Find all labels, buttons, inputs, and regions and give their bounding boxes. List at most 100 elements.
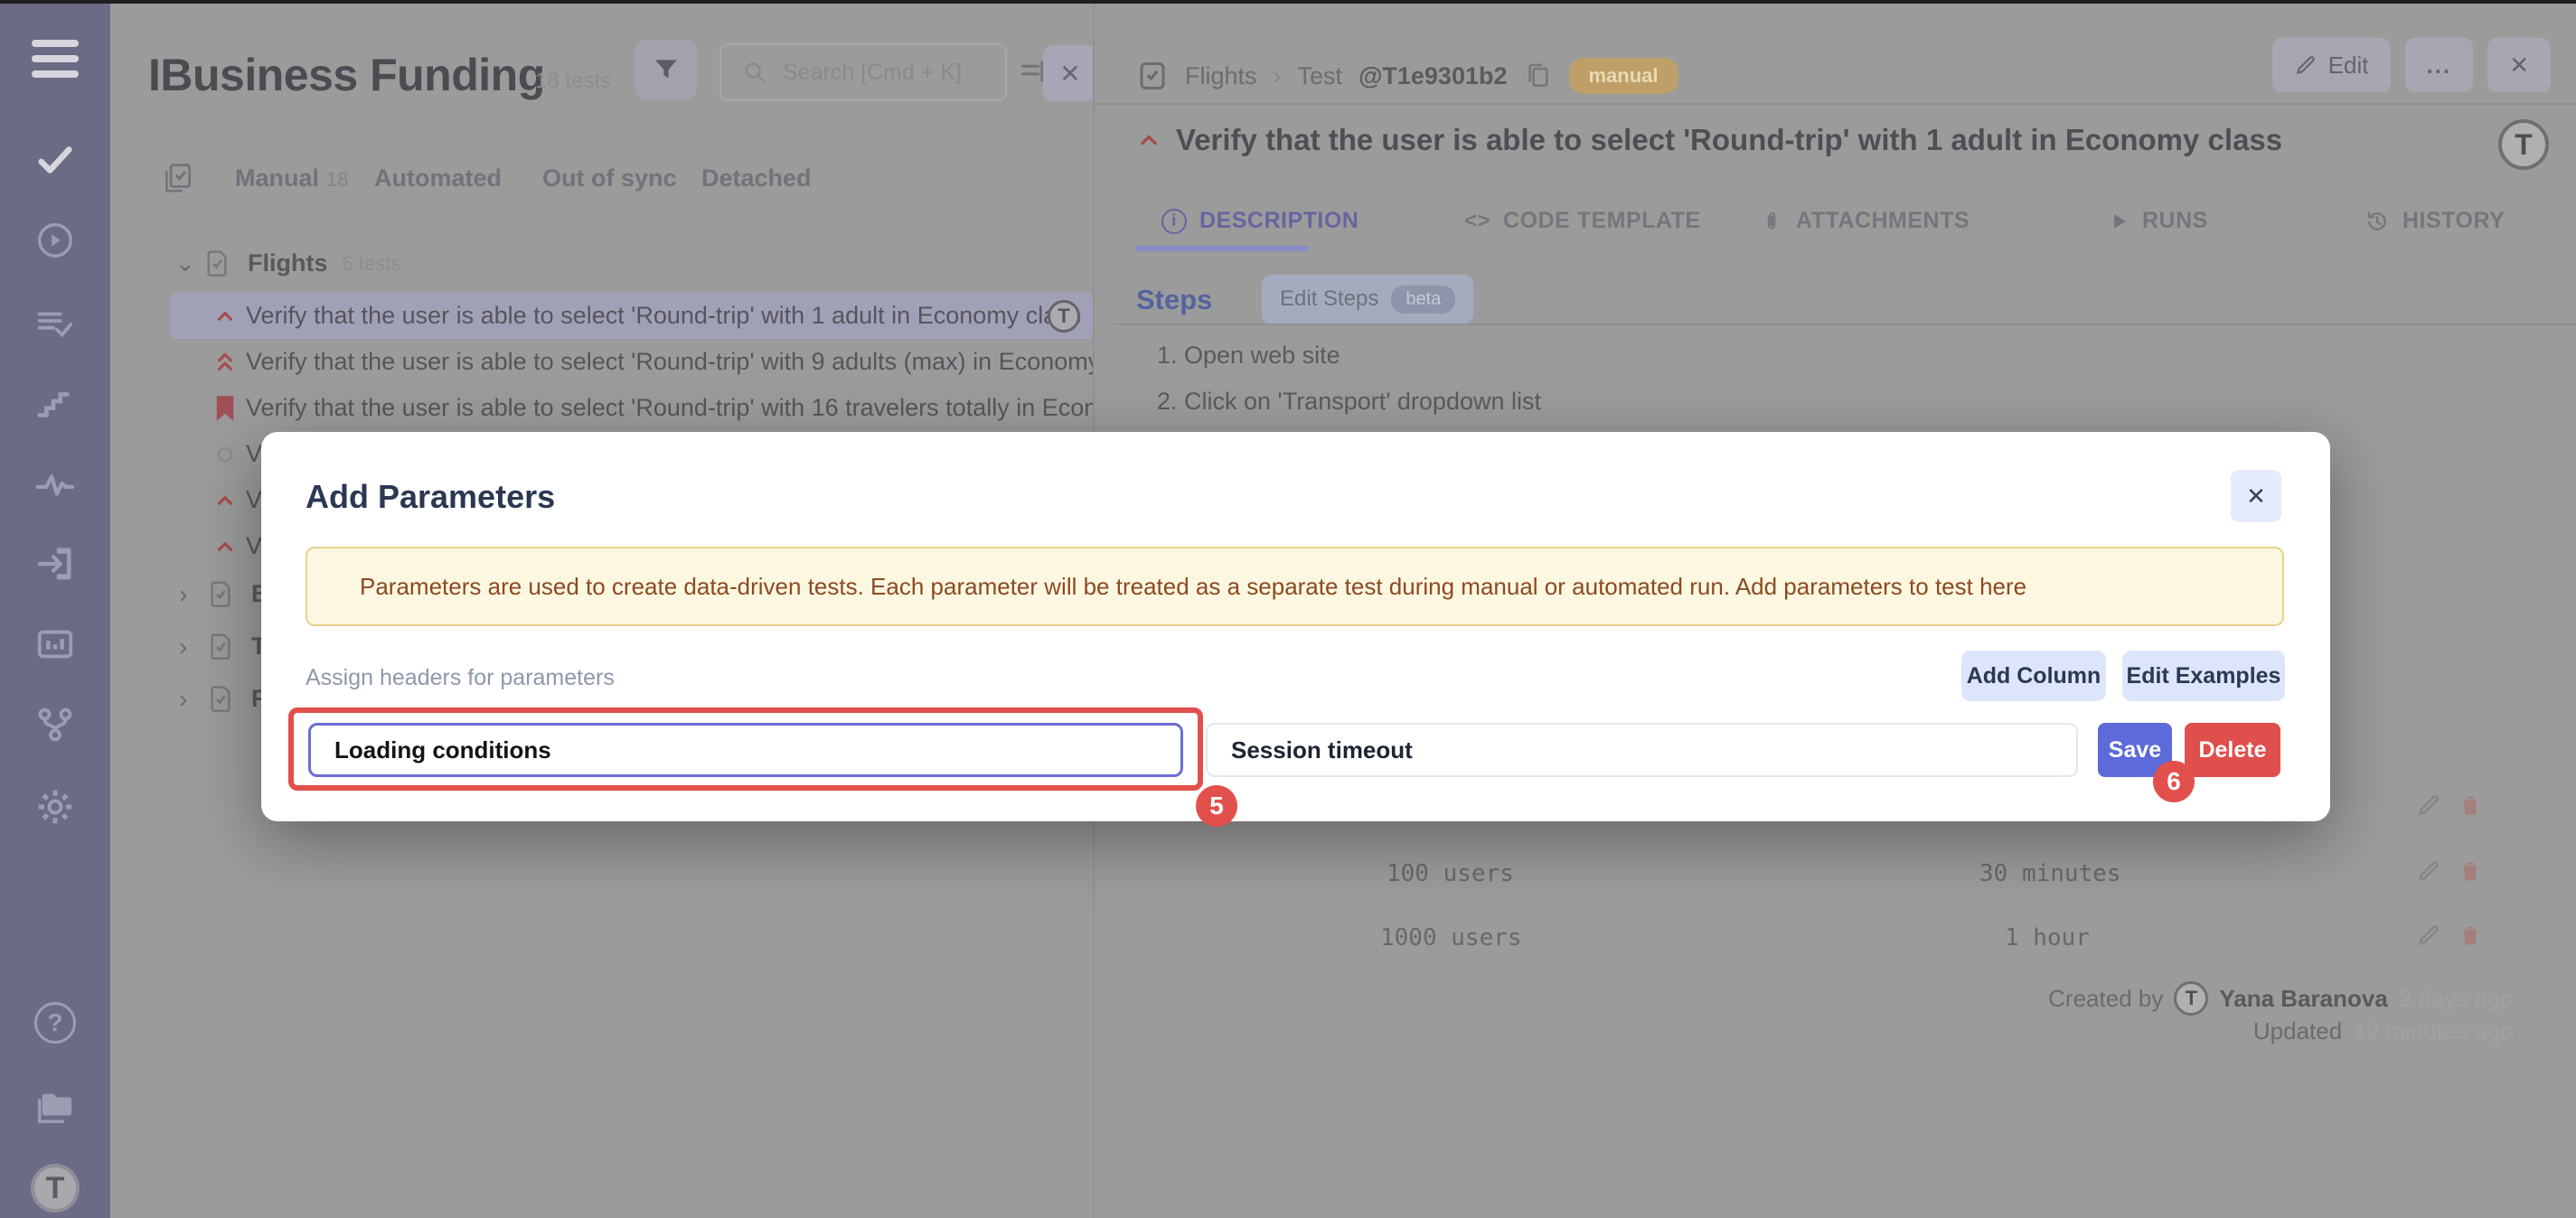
test-title-row: Verify that the user is able to select '…: [1136, 123, 2468, 157]
priority-high-icon: [212, 489, 239, 512]
settings-gear-icon[interactable]: [0, 786, 110, 828]
suite-doc-icon: [206, 580, 235, 609]
active-tab-underline: [1135, 246, 1309, 251]
edit-row-icon[interactable]: [2416, 792, 2441, 818]
funnel-icon: [652, 55, 681, 84]
breadcrumb: Flights › Test @T1e9301b2 manual: [1136, 51, 1678, 101]
created-by-line: Created by T Yana Baranova 2 days ago: [2048, 981, 2514, 1016]
pencil-icon: [2294, 53, 2317, 77]
code-icon: <>: [1464, 209, 1490, 234]
author-avatar: T: [2174, 981, 2208, 1016]
priority-highest-icon: [212, 395, 239, 422]
delete-row-icon[interactable]: [2458, 923, 2483, 948]
modal-title: Add Parameters: [306, 478, 555, 516]
tab-manual[interactable]: Manual18: [235, 164, 349, 192]
edit-row-icon[interactable]: [2416, 858, 2441, 884]
delete-row-icon[interactable]: [2458, 858, 2483, 884]
modal-close-button[interactable]: ✕: [2231, 470, 2281, 522]
priority-high-icon: [212, 535, 239, 558]
tab-code-template[interactable]: <> CODE TEMPLATE: [1464, 208, 1701, 234]
tree-group-flights[interactable]: ⌄ Flights 6 tests: [110, 240, 1093, 286]
project-tests-count: 18 tests: [535, 69, 611, 94]
breadcrumb-test-word: Test: [1298, 62, 1343, 90]
tab-runs[interactable]: RUNS: [2108, 208, 2208, 234]
projects-folders-icon[interactable]: [0, 1085, 110, 1127]
priority-high-icon: [212, 304, 239, 328]
test-title: Verify that the user is able to select '…: [1176, 123, 2282, 157]
updated-time: 12 minutes ago: [2353, 1017, 2514, 1045]
tab-description[interactable]: i DESCRIPTION: [1161, 208, 1359, 234]
assign-headers-label: Assign headers for parameters: [306, 665, 615, 691]
test-plan-list-icon[interactable]: [0, 304, 110, 345]
add-column-button[interactable]: Add Column: [1961, 651, 2106, 701]
tree-item-test[interactable]: Verify that the user is able to select '…: [170, 293, 1093, 339]
tab-attachments[interactable]: ATTACHMENTS: [1760, 208, 1970, 234]
app-screen: ? T IBusiness Funding 18 tests Search [C…: [0, 0, 2576, 1218]
author-name: Yana Baranova: [2219, 985, 2387, 1013]
analytics-chart-icon[interactable]: [0, 623, 110, 665]
step-item: 2. Click on 'Transport' dropdown list: [1157, 388, 1541, 416]
chevron-right-icon: ›: [179, 580, 206, 609]
author-avatar[interactable]: T: [2498, 119, 2549, 170]
step-item: 1. Open web site: [1157, 342, 1340, 370]
created-label: Created by: [2048, 985, 2163, 1013]
parameter-header-input-1[interactable]: [308, 723, 1183, 777]
chevron-right-icon: ›: [179, 685, 206, 714]
edit-examples-button[interactable]: Edit Examples: [2122, 651, 2285, 701]
clear-search-button[interactable]: ✕: [1043, 45, 1093, 101]
annotation-badge-5: 5: [1196, 785, 1237, 827]
param-row-actions: [2416, 792, 2483, 818]
param-cell: 1 hour: [2005, 924, 2090, 951]
param-cell: 30 minutes: [1979, 860, 2121, 887]
edit-steps-button[interactable]: Edit Steps beta: [1262, 275, 1473, 323]
close-button[interactable]: ✕: [2487, 38, 2551, 92]
param-cell: 1000 users: [1380, 924, 1522, 951]
parameter-header-input-2[interactable]: [1206, 723, 2078, 777]
batch-edit-icon[interactable]: [161, 161, 195, 195]
tab-automated[interactable]: Automated: [374, 164, 502, 192]
test-doc-icon: [1136, 60, 1169, 92]
steps-stairs-icon[interactable]: [0, 382, 110, 424]
assignee-avatar: T: [1048, 300, 1080, 333]
tree-item-test[interactable]: Verify that the user is able to select '…: [170, 339, 1093, 385]
filter-button[interactable]: [635, 40, 697, 99]
breadcrumb-suite[interactable]: Flights: [1185, 62, 1257, 90]
search-icon: [741, 59, 768, 86]
project-title: IBusiness Funding: [148, 49, 545, 101]
tab-detached[interactable]: Detached: [701, 164, 812, 192]
suite-doc-icon: [202, 249, 231, 278]
delete-row-icon[interactable]: [2458, 792, 2483, 818]
search-placeholder: Search [Cmd + K]: [783, 60, 962, 86]
tests-check-icon[interactable]: [0, 139, 110, 181]
delete-button[interactable]: Delete: [2185, 723, 2280, 777]
app-logo-icon[interactable]: T: [0, 1164, 110, 1213]
priority-higher-icon: [212, 349, 239, 376]
updated-line: Updated 12 minutes ago: [2253, 1017, 2514, 1045]
priority-high-icon: [1136, 127, 1161, 153]
info-banner: Parameters are used to create data-drive…: [306, 547, 2284, 626]
edit-row-icon[interactable]: [2416, 923, 2441, 948]
tab-out-of-sync[interactable]: Out of sync: [542, 164, 677, 192]
beta-badge: beta: [1391, 286, 1455, 314]
left-tabs: Manual18 Automated Out of sync Detached: [110, 155, 1093, 202]
edit-button[interactable]: Edit: [2272, 38, 2391, 92]
run-play-icon[interactable]: [0, 220, 110, 261]
help-icon[interactable]: ?: [0, 1002, 110, 1044]
chevron-right-icon: ›: [179, 632, 206, 661]
add-parameters-modal: Add Parameters ✕ Parameters are used to …: [261, 432, 2330, 821]
tab-history[interactable]: HISTORY: [2364, 208, 2505, 234]
menu-icon[interactable]: [0, 40, 110, 78]
more-button[interactable]: ...: [2405, 38, 2474, 92]
import-signin-icon[interactable]: [0, 543, 110, 585]
status-badge: manual: [1569, 58, 1678, 94]
info-icon: i: [1161, 209, 1187, 234]
suite-doc-icon: [206, 632, 235, 661]
history-clock-icon: [2364, 209, 2390, 234]
search-input[interactable]: Search [Cmd + K]: [719, 43, 1007, 101]
copy-icon[interactable]: [1524, 61, 1553, 90]
param-cell: 100 users: [1387, 860, 1514, 887]
paperclip-icon: [1760, 210, 1783, 233]
pulse-icon[interactable]: [0, 463, 110, 504]
branch-icon[interactable]: [0, 704, 110, 745]
tree-item-test[interactable]: Verify that the user is able to select '…: [170, 385, 1093, 431]
